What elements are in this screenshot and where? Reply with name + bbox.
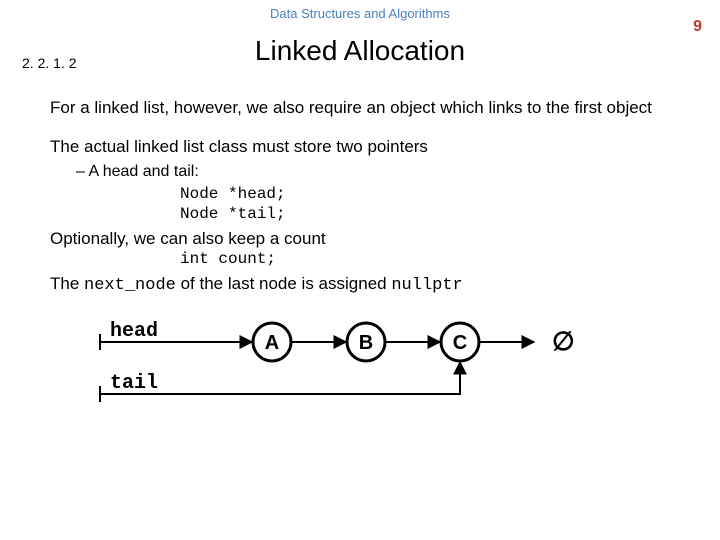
course-header: Data Structures and Algorithms [0, 0, 720, 21]
node-c-label: C [453, 332, 467, 354]
code-count: int count; [180, 249, 670, 269]
paragraph-4: The next_node of the last node is assign… [50, 273, 670, 296]
paragraph-2: The actual linked list class must store … [50, 136, 670, 157]
inline-code-nullptr: nullptr [391, 276, 462, 295]
bullet-head-tail: A head and tail: [76, 162, 670, 182]
para4-part-b: of the last node is assigned [176, 274, 391, 293]
section-number: 2. 2. 1. 2 [22, 55, 76, 71]
inline-code-nextnode: next_node [84, 276, 176, 295]
null-symbol: ∅ [552, 326, 575, 356]
head-label: head [110, 320, 158, 343]
para4-part-a: The [50, 274, 84, 293]
tail-label: tail [110, 372, 158, 395]
code-tail: Node *tail; [180, 204, 670, 224]
slide-body: For a linked list, however, we also requ… [50, 97, 670, 424]
paragraph-1: For a linked list, however, we also requ… [50, 97, 670, 118]
node-a-label: A [265, 332, 279, 354]
slide-title: Linked Allocation [0, 35, 720, 67]
node-b-label: B [359, 332, 373, 354]
paragraph-3: Optionally, we can also keep a count [50, 228, 670, 249]
page-number: 9 [693, 18, 702, 36]
linked-list-diagram: head tail A B C ∅ [80, 314, 640, 424]
code-head: Node *head; [180, 184, 670, 204]
